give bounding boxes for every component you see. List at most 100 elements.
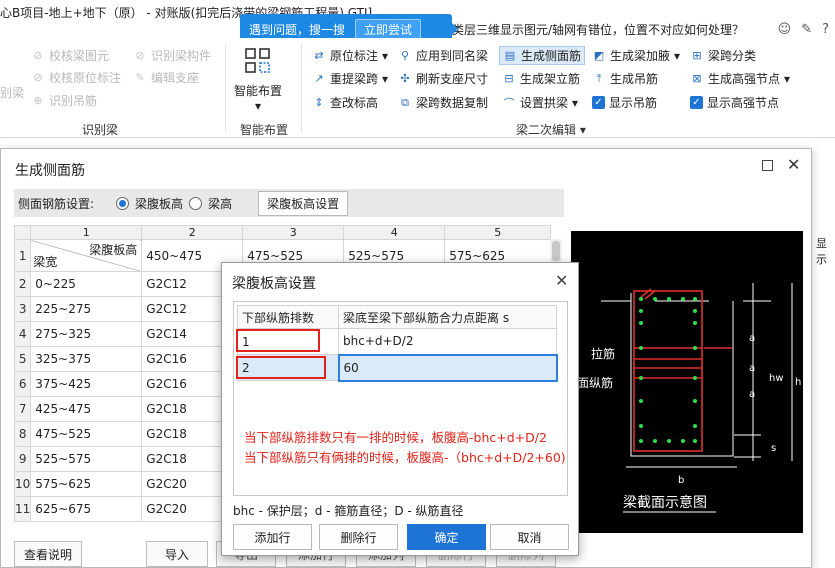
grid-cell[interactable]: 475~525 bbox=[30, 421, 143, 447]
search-question[interactable]: 类层三维显示图元/轴网有错位，位置不对应如何处理？ bbox=[452, 21, 744, 38]
feedback-icon[interactable]: ✎ bbox=[801, 22, 812, 37]
ok-button[interactable]: 确定 bbox=[407, 524, 486, 550]
grid-cell[interactable]: 575~625 bbox=[30, 471, 143, 497]
generate-erection-button[interactable]: ⊟ 生成架立筋 bbox=[502, 70, 580, 87]
copy-icon: ⧉ bbox=[401, 95, 409, 109]
generate-side-rebar-button[interactable]: ▤ 生成侧面筋 bbox=[499, 46, 586, 65]
delete-row-button[interactable]: 删除行 bbox=[319, 524, 398, 550]
dim-a: a bbox=[749, 389, 755, 400]
generate-hanger-button[interactable]: ⤒ 生成吊筋 bbox=[592, 70, 658, 87]
identify-component-button[interactable]: ⊘ 识别梁构件 bbox=[133, 47, 211, 64]
check-support-button[interactable]: ⊘ 校核原位标注 bbox=[31, 69, 121, 86]
identify-rebar-button[interactable]: ⊕ 识别吊筋 bbox=[31, 92, 97, 109]
span-classify-button[interactable]: ⊞ 梁跨分类 bbox=[690, 47, 756, 64]
grid-column-header: 1 2 3 4 5 bbox=[13, 225, 552, 240]
close-icon[interactable]: ✕ bbox=[787, 155, 800, 174]
show-hanger-checkbox[interactable]: ✓ 显示吊筋 bbox=[592, 94, 657, 111]
diagram-caption: 梁截面示意图 bbox=[623, 494, 707, 511]
cancel-button[interactable]: 取消 bbox=[490, 524, 569, 550]
dialog-title: 梁腹板高设置 bbox=[232, 276, 316, 292]
group-label-edit: 梁二次编辑 ▾ bbox=[516, 123, 586, 137]
smart-layout-button[interactable]: 智能布置 ▾ bbox=[232, 46, 284, 113]
column-header: 下部纵筋排数 bbox=[237, 305, 339, 329]
dim-a: a bbox=[749, 333, 755, 344]
refresh-support-button[interactable]: ✣ 刷新支座尺寸 bbox=[398, 70, 488, 87]
group-label-smart: 智能布置 bbox=[240, 123, 289, 137]
maximize-icon[interactable] bbox=[762, 160, 773, 171]
re-extract-span-button[interactable]: ↗ 重提梁跨 ▾ bbox=[312, 70, 388, 87]
set-arch-beam-button[interactable]: ⌒ 设置拱梁 ▾ bbox=[502, 94, 579, 111]
grid-corner-cell: 梁腹板高 梁宽 bbox=[30, 239, 143, 272]
annotation-icon: ⇄ bbox=[314, 49, 324, 62]
haunch-icon: ◩ bbox=[593, 49, 605, 62]
grid-cell[interactable]: 325~375 bbox=[30, 346, 143, 372]
tip-try-button[interactable]: 立即尝试 bbox=[355, 18, 422, 40]
dim-b: b bbox=[678, 475, 684, 486]
dim-s: s bbox=[771, 443, 776, 454]
identify-beam-cut[interactable]: 别梁 bbox=[0, 84, 24, 101]
grid-cell[interactable]: 275~325 bbox=[30, 321, 143, 347]
divider bbox=[301, 44, 302, 132]
hanger-icon: ⤒ bbox=[596, 71, 602, 85]
note-line-1: 当下部纵筋排数只有一排的时候，板腹高-bhc+d+D/2 bbox=[244, 430, 547, 445]
highlight-box bbox=[236, 329, 320, 352]
dialog-header: 生成侧面筋 ✕ bbox=[1, 149, 811, 187]
arch-icon: ⌒ bbox=[503, 96, 515, 110]
radio-beam-height-label[interactable]: 梁高 bbox=[208, 195, 232, 212]
side-rebar-settings-bar: 侧面钢筋设置: 梁腹板高 梁高 梁腹板高设置 bbox=[14, 189, 564, 217]
group-label-identify: 识别梁 bbox=[82, 123, 119, 137]
grid-cell[interactable]: 225~275 bbox=[30, 296, 143, 322]
check-elevation-button[interactable]: ⇕ 查改标高 bbox=[312, 94, 378, 111]
beam-section-drawing: 拉筋 侧面纵筋 a a a hw h s b 梁截面示意图 bbox=[565, 283, 801, 513]
scrollbar-thumb[interactable] bbox=[552, 241, 560, 261]
side-rebar-icon: ▤ bbox=[504, 49, 516, 62]
elevation-icon: ⇕ bbox=[314, 96, 324, 109]
import-button[interactable]: 导入 bbox=[146, 541, 208, 567]
generate-joint-button[interactable]: ⊠ 生成高强节点 ▾ bbox=[690, 70, 790, 87]
web-height-setting-dialog: 梁腹板高设置 ✕ 下部纵筋排数 梁底至梁下部纵筋合力点距离 s 1 bhc+d+… bbox=[221, 262, 579, 556]
span-data-copy-button[interactable]: ⧉ 梁跨数据复制 bbox=[398, 94, 488, 111]
check-icon: ⊘ bbox=[33, 49, 43, 62]
joint-icon: ⊠ bbox=[692, 72, 702, 85]
dim-h: h bbox=[795, 377, 801, 388]
rebar-icon: ⊕ bbox=[33, 94, 43, 107]
radio-web-height-label[interactable]: 梁腹板高 bbox=[135, 195, 183, 212]
column-header: 梁底至梁下部纵筋合力点距离 s bbox=[338, 305, 557, 329]
smart-layout-icon bbox=[243, 46, 273, 76]
grid-cell[interactable]: 375~425 bbox=[30, 371, 143, 397]
legend-text: bhc - 保护层；d - 箍筋直径；D - 纵筋直径 bbox=[233, 504, 464, 518]
help-icon[interactable]: ? bbox=[822, 22, 829, 37]
radio-web-height[interactable] bbox=[116, 196, 130, 210]
view-help-button[interactable]: 查看说明 bbox=[14, 541, 82, 567]
title-bar: 心B项目-地上+地下（原） - 对账版(扣完后浇带的梁钢筋工程量) GTJ] 类… bbox=[0, 0, 835, 44]
web-height-table-panel: 下部纵筋排数 梁底至梁下部纵筋合力点距离 s 1 bhc+d+D/2 2 60 … bbox=[233, 301, 568, 496]
dialog-title: 生成侧面筋 bbox=[15, 163, 85, 179]
grid-cell[interactable]: 625~675 bbox=[30, 496, 143, 522]
add-row-button[interactable]: 添加行 bbox=[233, 524, 312, 550]
apply-same-name-button[interactable]: ⚲ 应用到同名梁 bbox=[398, 47, 488, 64]
refresh-icon: ✣ bbox=[400, 72, 410, 85]
grid-cell[interactable]: 525~575 bbox=[30, 446, 143, 472]
extract-icon: ↗ bbox=[314, 72, 324, 85]
erection-icon: ⊟ bbox=[504, 72, 514, 85]
in-place-annotation-button[interactable]: ⇄ 原位标注 ▾ bbox=[312, 47, 388, 64]
tip-arrow bbox=[452, 23, 458, 35]
checkbox-checked-icon: ✓ bbox=[690, 96, 703, 109]
setting-label: 侧面钢筋设置: bbox=[18, 196, 95, 211]
grid-cell[interactable]: bhc+d+D/2 bbox=[338, 328, 557, 355]
checkbox-checked-icon: ✓ bbox=[592, 96, 605, 109]
grid-cell[interactable]: 60 bbox=[337, 353, 558, 382]
show-joint-checkbox[interactable]: ✓ 显示高强节点 bbox=[690, 94, 779, 111]
table-header: 下部纵筋排数 梁底至梁下部纵筋合力点距离 s bbox=[237, 305, 557, 329]
web-height-setting-button[interactable]: 梁腹板高设置 bbox=[258, 190, 349, 216]
check-beam-button[interactable]: ⊘ 校核梁图元 bbox=[31, 47, 109, 64]
tip-text: 遇到问题，搜一搜 bbox=[249, 22, 346, 37]
dim-hw: hw bbox=[769, 373, 784, 384]
grid-cell[interactable]: 425~475 bbox=[30, 396, 143, 422]
close-icon[interactable]: ✕ bbox=[555, 271, 568, 290]
generate-haunch-button[interactable]: ◩ 生成梁加腋 ▾ bbox=[592, 47, 680, 64]
edit-support-button[interactable]: ✎ 编辑支座 bbox=[133, 69, 199, 86]
radio-beam-height[interactable] bbox=[189, 196, 203, 210]
grid-cell[interactable]: 0~225 bbox=[30, 271, 143, 297]
smile-icon[interactable]: ☺ bbox=[778, 22, 792, 37]
